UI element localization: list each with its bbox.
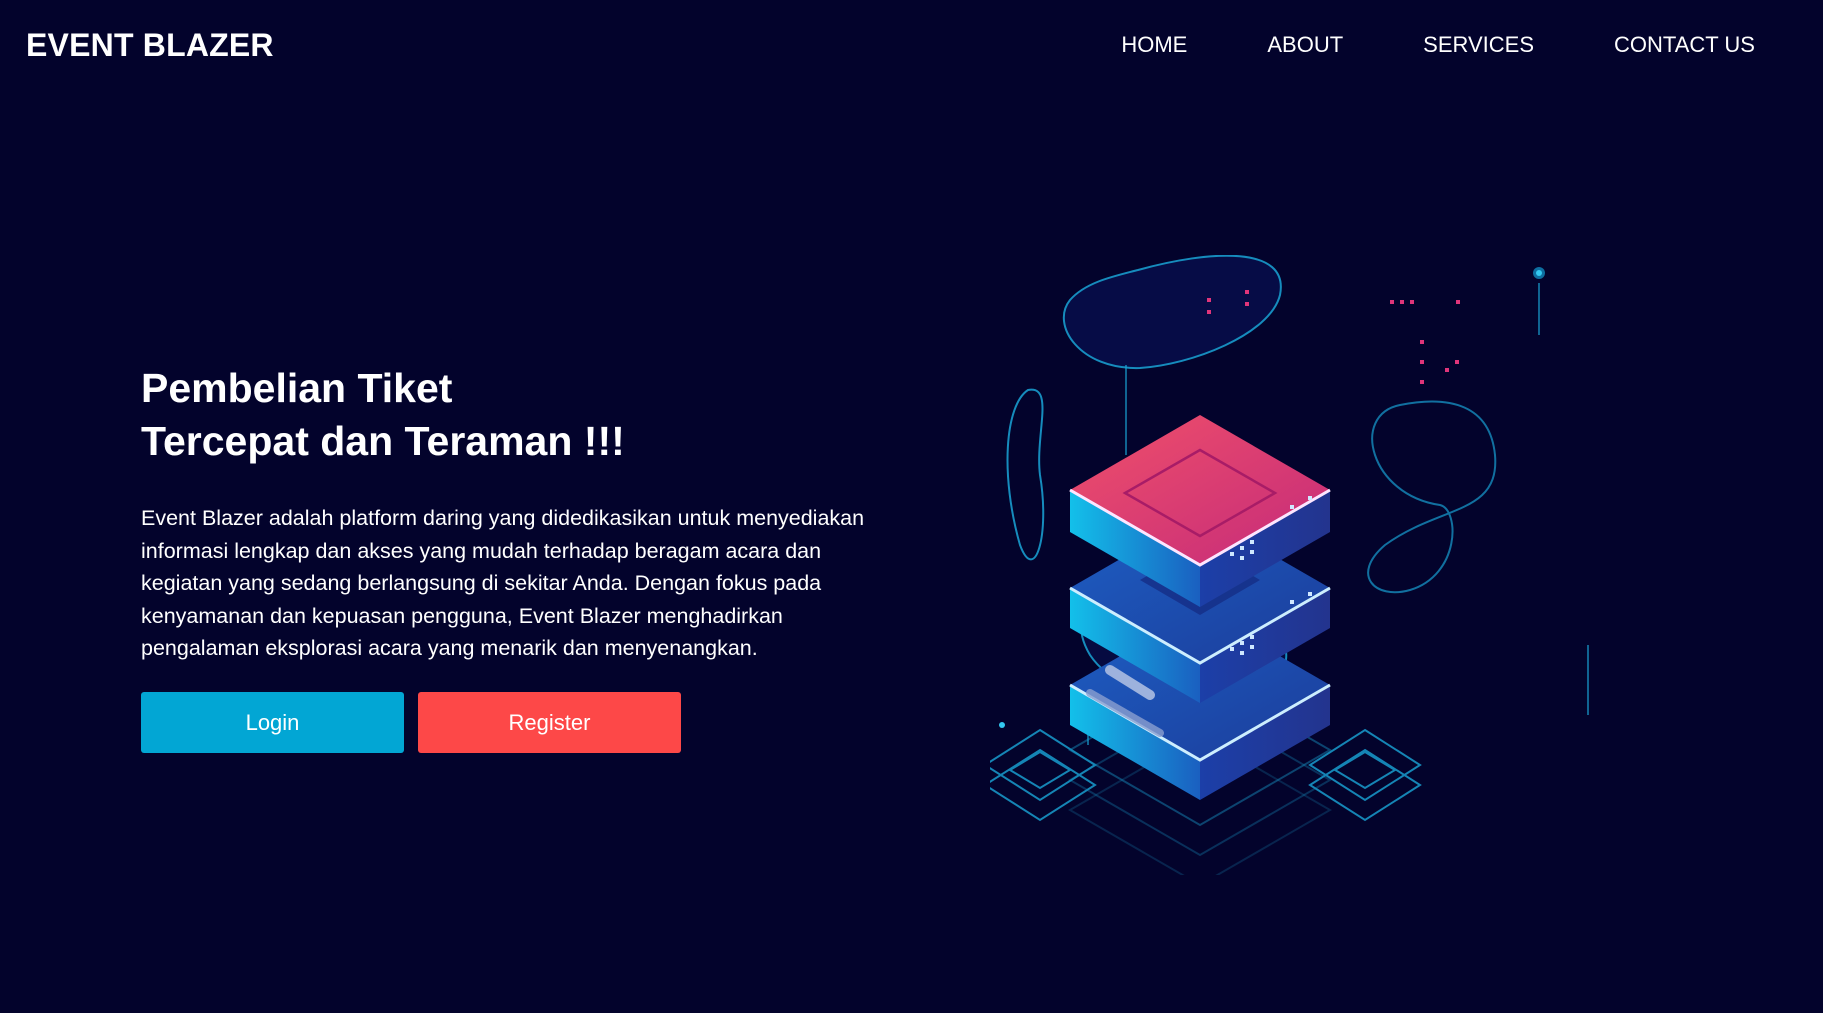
nav-link-home[interactable]: HOME — [1121, 32, 1187, 58]
hero-title-line-2: Tercepat dan Teraman !!! — [141, 418, 625, 464]
hero-section: Pembelian Tiket Tercepat dan Teraman !!!… — [141, 362, 881, 665]
landing-page: EVENT BLAZER HOME ABOUT SERVICES CONTACT… — [0, 0, 1823, 1013]
navbar: EVENT BLAZER HOME ABOUT SERVICES CONTACT… — [0, 0, 1823, 90]
server-stack-illustration-icon — [990, 255, 1589, 875]
register-button[interactable]: Register — [418, 692, 681, 753]
hero-buttons: Login Register — [141, 692, 681, 753]
brand-logo[interactable]: EVENT BLAZER — [26, 27, 274, 64]
nav-links: HOME ABOUT SERVICES CONTACT US — [1121, 32, 1755, 58]
hero-title-line-1: Pembelian Tiket — [141, 365, 453, 411]
hero-title: Pembelian Tiket Tercepat dan Teraman !!! — [141, 362, 881, 468]
hero-description: Event Blazer adalah platform daring yang… — [141, 506, 865, 661]
nav-link-contact-us[interactable]: CONTACT US — [1614, 32, 1755, 58]
nav-link-services[interactable]: SERVICES — [1423, 32, 1534, 58]
nav-link-about[interactable]: ABOUT — [1267, 32, 1343, 58]
login-button[interactable]: Login — [141, 692, 404, 753]
